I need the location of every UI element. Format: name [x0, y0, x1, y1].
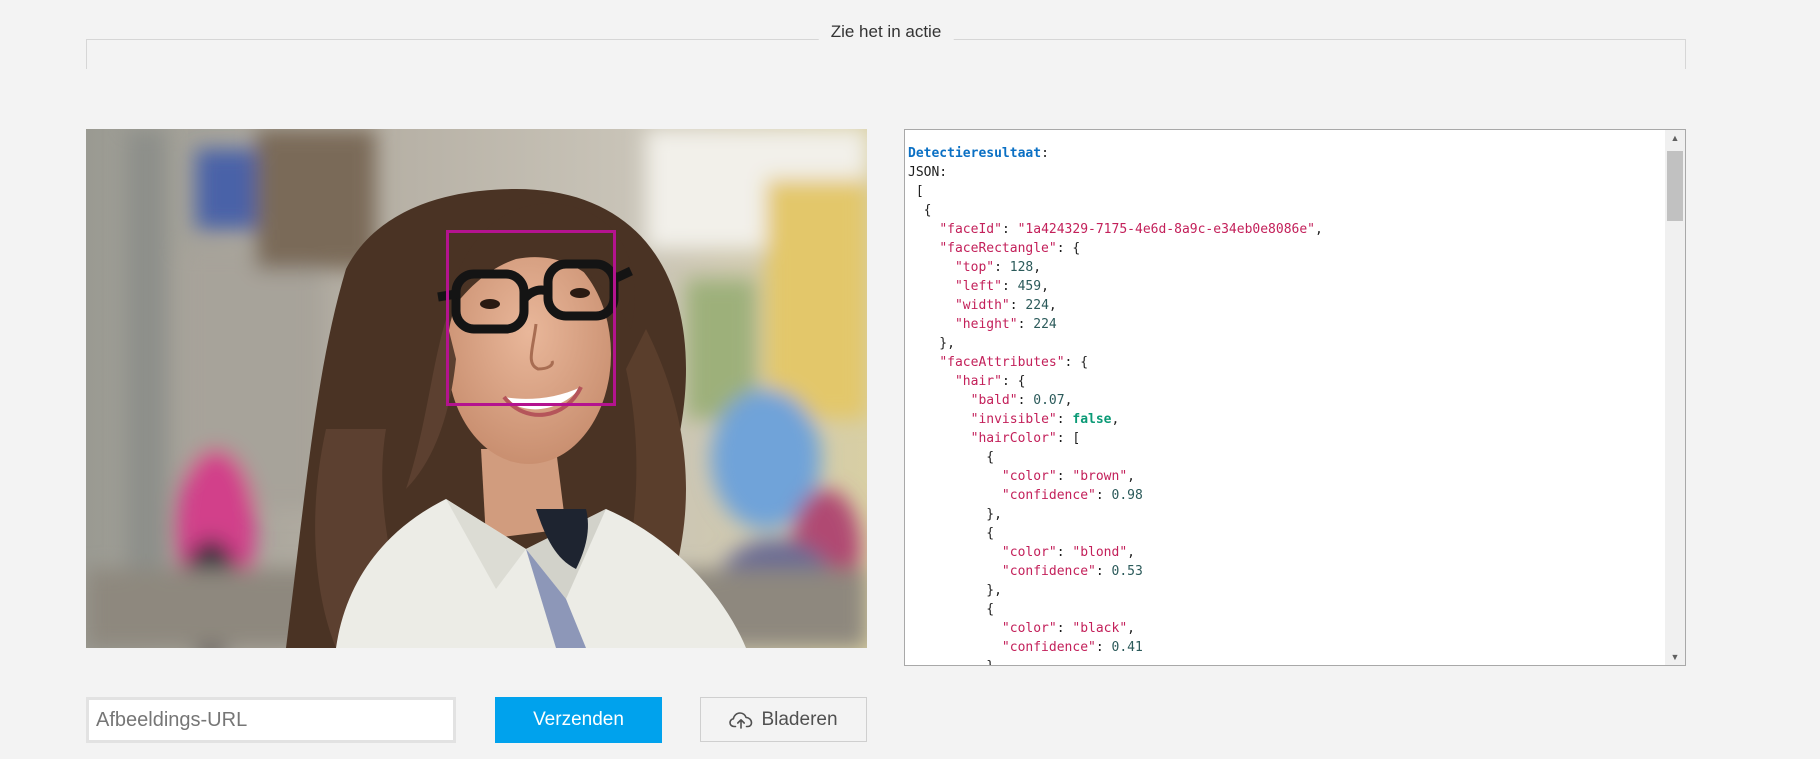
result-header-label: Detectieresultaat [908, 146, 1042, 161]
face-detection-box [446, 230, 616, 406]
image-url-input[interactable] [86, 697, 456, 743]
section-title: Zie het in actie [818, 22, 954, 42]
detection-result-panel[interactable]: Detectieresultaat: JSON: [ { "faceId": "… [904, 129, 1686, 666]
cloud-upload-icon [729, 711, 753, 729]
hair-color-1: "brown" [1072, 469, 1128, 484]
hair-bald-value: 0.07 [1033, 393, 1065, 408]
browse-label: Bladeren [761, 708, 838, 730]
face-id-value: "1a424329-7175-4e6d-8a9c-e34eb0e8086e" [1017, 222, 1316, 237]
rect-left-value: 459 [1017, 279, 1042, 294]
scroll-thumb[interactable] [1667, 151, 1683, 221]
hair-color-2: "blond" [1072, 545, 1128, 560]
rect-top-value: 128 [1009, 260, 1034, 275]
browse-button[interactable]: Bladeren [700, 697, 867, 742]
rect-height-value: 224 [1033, 317, 1057, 332]
hair-invisible-value: false [1072, 412, 1112, 427]
section-frame: Zie het in actie [86, 22, 1686, 69]
hair-color-3: "black" [1072, 621, 1128, 636]
json-label: JSON: [908, 165, 948, 180]
json-output: Detectieresultaat: JSON: [ { "faceId": "… [908, 146, 1323, 665]
scroll-up-arrow-icon[interactable]: ▲ [1665, 130, 1685, 146]
sample-photo [86, 129, 867, 648]
submit-button[interactable]: Verzenden [495, 697, 662, 743]
hair-confidence-1: 0.98 [1111, 488, 1143, 503]
hair-confidence-3: 0.41 [1111, 640, 1143, 655]
rect-width-value: 224 [1025, 298, 1049, 313]
hair-confidence-2: 0.53 [1111, 564, 1143, 579]
scroll-down-arrow-icon[interactable]: ▼ [1665, 649, 1685, 665]
result-scrollbar[interactable]: ▲ ▼ [1665, 130, 1685, 665]
